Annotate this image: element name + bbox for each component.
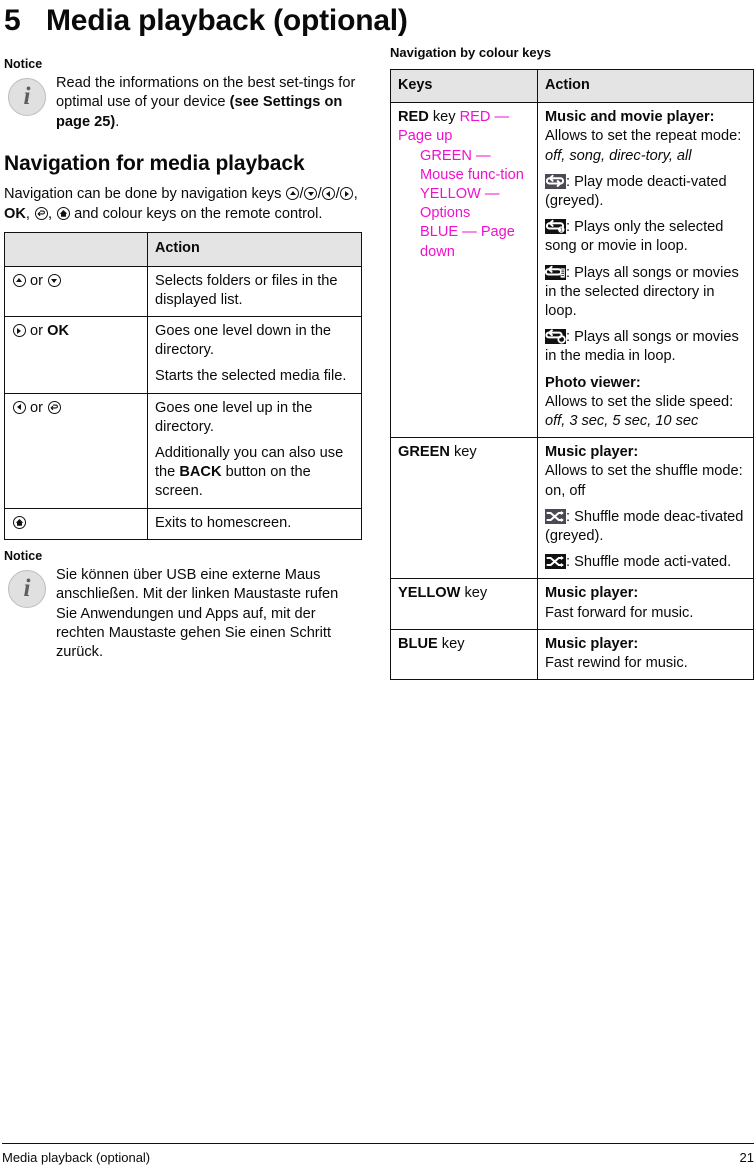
down-key-icon — [304, 187, 318, 201]
green-key-label: GREEN key — [398, 444, 477, 461]
repeat-one-icon: 1 — [545, 219, 566, 235]
keys-cell — [4, 507, 148, 540]
keys-cell: or OK — [4, 316, 148, 394]
action-text: Goes one level up in the directory. — [155, 399, 313, 435]
back-key-icon — [47, 400, 61, 414]
table-header-row: Keys Action — [390, 68, 754, 104]
footer: Media playback (optional) 21 — [2, 1149, 754, 1167]
blue-action: Music player: Fast rewind for music. — [545, 635, 688, 672]
action-text: Exits to homescreen. — [155, 514, 292, 531]
keys-cell-blue: BLUE key — [390, 628, 538, 681]
footer-divider — [2, 1143, 754, 1144]
notice-block-top: i Read the informations on the best set-… — [4, 74, 362, 132]
col-header-action: Action — [147, 232, 362, 267]
red-key-label: RED key RED — Page up — [398, 109, 510, 145]
repeat-all-icon — [545, 329, 566, 345]
blue-key-label: BLUE key — [398, 635, 465, 652]
colour-keys-table: Keys Action RED key RED — Page up GREEN … — [390, 68, 754, 681]
repeat-off-icon — [545, 173, 566, 189]
mode-line-repeat-off: : Play mode deacti-vated (greyed). — [545, 173, 727, 210]
mode-line-repeat-all: : Plays all songs or movies in the media… — [545, 329, 739, 365]
svg-text:1: 1 — [560, 228, 563, 234]
right-key-icon — [340, 187, 354, 201]
table-row: or Goes one level up in the directory. A… — [4, 392, 362, 509]
back-key-icon — [34, 206, 48, 220]
up-key-icon — [286, 187, 300, 201]
table-header-row: Action — [4, 232, 362, 267]
left-key-icon — [12, 400, 26, 414]
col-header-keys: Keys — [390, 68, 538, 104]
page-title: 5 Media playback (optional) — [4, 2, 744, 40]
table-row: or Selects folders or files in the displ… — [4, 265, 362, 318]
action-cell-red: Music and movie player: Allows to set the… — [537, 102, 754, 439]
notice-block-bottom: i Sie können über USB eine externe Maus … — [4, 566, 362, 663]
table-row-yellow: YELLOW key Music player: Fast forward for… — [390, 578, 754, 630]
chapter-number: 5 — [4, 4, 21, 37]
left-column: Notice i Read the informations on the be… — [4, 56, 362, 663]
yellow-key-label: YELLOW key — [398, 585, 488, 602]
footer-page-number: 21 — [739, 1150, 754, 1165]
action-cell: Goes one level up in the directory. Addi… — [147, 392, 362, 509]
notice-top-text: Read the informations on the best set-ti… — [56, 75, 356, 130]
mode-line-repeat-one: 1: Plays only the selected song or movie… — [545, 219, 724, 255]
section-heading-colour-keys: Navigation by colour keys — [390, 45, 552, 60]
table-row-blue: BLUE key Music player: Fast rewind for mu… — [390, 628, 754, 681]
down-key-icon — [47, 273, 61, 287]
red-action-repeat: Music and movie player: Allows to set the… — [545, 109, 742, 164]
action-cell: Goes one level down in the directory. St… — [147, 316, 362, 394]
repeat-directory-icon — [545, 264, 566, 280]
col-header-keys — [4, 232, 148, 267]
mode-line-shuffle-on: : Shuffle mode acti-vated. — [545, 553, 746, 572]
keys-cell: or — [4, 392, 148, 509]
keys-cell-yellow: YELLOW key — [390, 578, 538, 630]
col-header-action: Action — [537, 68, 754, 104]
left-key-icon — [322, 187, 336, 201]
shuffle-off-icon — [545, 508, 566, 524]
action-cell: Exits to homescreen. — [147, 507, 362, 540]
action-cell-blue: Music player: Fast rewind for music. — [537, 628, 754, 681]
home-key-icon — [56, 206, 70, 220]
red-key-magenta-2: GREEN — Mouse func-tion — [420, 147, 524, 183]
mode-line-shuffle-off: : Shuffle mode deac-tivated (greyed). — [545, 508, 744, 545]
navigation-keys-table: Action or Selects folders or files in th… — [4, 232, 362, 540]
notice-bottom-text: Sie können über USB eine externe Maus an… — [56, 566, 339, 661]
action-text: Selects folders or files in the displaye… — [155, 272, 338, 308]
red-action-photo: Photo viewer: Allows to set the slide spe… — [545, 374, 734, 430]
action-text-back: Additionally you can also use the BACK b… — [155, 445, 344, 500]
yellow-action: Music player: Fast forward for music. — [545, 585, 694, 621]
home-key-icon — [12, 515, 26, 529]
document-page: 5 Media playback (optional) Notice i Read… — [0, 0, 756, 1170]
table-row-red: RED key RED — Page up GREEN — Mouse func… — [390, 102, 754, 439]
section-heading-navigation: Navigation for media playback — [4, 152, 305, 176]
info-icon: i — [8, 78, 46, 116]
action-cell-yellow: Music player: Fast forward for music. — [537, 578, 754, 630]
action-text: Goes one level down in the directory. — [155, 323, 332, 359]
footer-chapter-label: Media playback (optional) — [2, 1150, 151, 1165]
notice-label-bottom: Notice — [4, 548, 43, 563]
right-key-icon — [12, 324, 26, 338]
keys-cell-red: RED key RED — Page up GREEN — Mouse func… — [390, 102, 538, 439]
table-row-green: GREEN key Music player: Allows to set the… — [390, 437, 754, 580]
up-key-icon — [12, 273, 26, 287]
action-cell-green: Music player: Allows to set the shuffle m… — [537, 437, 754, 580]
action-text: Starts the selected media file. — [155, 368, 347, 385]
mode-line-repeat-directory: : Plays all songs or movies in the selec… — [545, 264, 739, 320]
green-action-shuffle: Music player: Allows to set the shuffle m… — [545, 444, 743, 499]
keys-cell: or — [4, 265, 148, 318]
red-key-magenta-4: BLUE — Page down — [420, 224, 515, 260]
shuffle-on-icon — [545, 554, 566, 570]
keys-cell-green: GREEN key — [390, 437, 538, 580]
chapter-title: Media playback (optional) — [46, 4, 408, 37]
table-row: or OK Goes one level down in the directo… — [4, 316, 362, 394]
navigation-intro-paragraph: Navigation can be done by navigation key… — [4, 186, 358, 222]
table-row: Exits to homescreen. — [4, 507, 362, 540]
red-key-magenta-3: YELLOW — Options — [420, 186, 500, 222]
info-icon: i — [8, 569, 46, 608]
right-column: Navigation by colour keys Keys Action RE… — [390, 44, 754, 681]
notice-label-top: Notice — [4, 57, 43, 71]
action-cell: Selects folders or files in the displaye… — [147, 265, 362, 318]
